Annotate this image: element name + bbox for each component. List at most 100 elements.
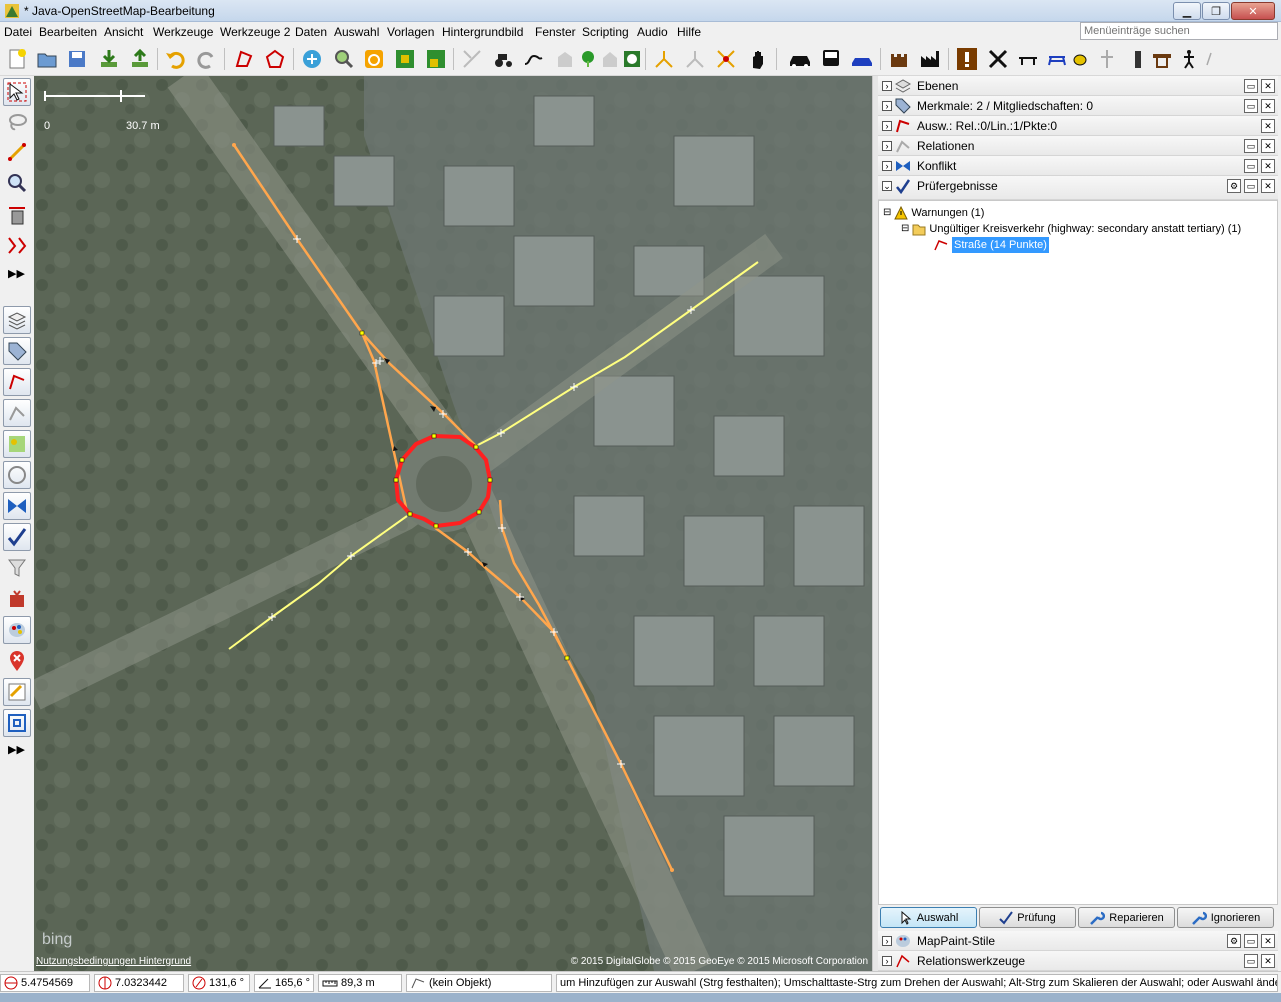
- minimap-toggle-icon[interactable]: [3, 709, 31, 737]
- zoom-tool-icon[interactable]: [3, 169, 31, 197]
- menu-daten[interactable]: Daten: [295, 25, 327, 39]
- menu-datei[interactable]: Datei: [4, 25, 32, 39]
- redo-icon[interactable]: [195, 47, 219, 71]
- validation-tree[interactable]: ⊟ Warnungen (1) ⊟ Ungültiger Kreisverkeh…: [878, 200, 1278, 905]
- menu-hintergrundbild[interactable]: Hintergrundbild: [442, 25, 523, 39]
- tree-expander-icon[interactable]: ⊟: [901, 221, 909, 237]
- validator-toggle-icon[interactable]: [3, 523, 31, 551]
- football-icon[interactable]: [620, 47, 644, 71]
- download-icon[interactable]: [97, 47, 121, 71]
- history-toggle-icon[interactable]: [3, 461, 31, 489]
- tags-toggle-icon[interactable]: [3, 337, 31, 365]
- more-tools-icon[interactable]: [1197, 47, 1221, 71]
- minimize-button[interactable]: ▁: [1173, 2, 1201, 20]
- mappaint-toggle-icon[interactable]: [3, 616, 31, 644]
- lasso-tool-icon[interactable]: [3, 108, 31, 136]
- package-toggle-icon[interactable]: [3, 585, 31, 613]
- relations-toggle-icon[interactable]: [3, 399, 31, 427]
- expand-icon[interactable]: ›: [882, 81, 892, 91]
- more-dialogs-arrow-icon[interactable]: ▶▶: [8, 743, 25, 756]
- fix-button[interactable]: Reparieren: [1078, 907, 1175, 928]
- conflict-toggle-icon[interactable]: [3, 492, 31, 520]
- menu-audio[interactable]: Audio: [637, 25, 668, 39]
- preferences-icon[interactable]: [300, 47, 324, 71]
- tree-node-warnungen[interactable]: ⊟ Warnungen (1): [883, 205, 984, 221]
- restore-button[interactable]: ❐: [1202, 2, 1230, 20]
- draw-tool-icon[interactable]: [3, 138, 31, 166]
- menu-auswahl[interactable]: Auswahl: [334, 25, 379, 39]
- bollard-icon[interactable]: [1126, 47, 1150, 71]
- panel-header-relationswerkzeuge[interactable]: › Relationswerkzeuge ▭ ✕: [878, 951, 1278, 971]
- open-file-icon[interactable]: [35, 47, 59, 71]
- expand-icon[interactable]: ›: [882, 956, 892, 966]
- well-icon[interactable]: [1150, 47, 1174, 71]
- panel-header-merkmale[interactable]: › Merkmale: 2 / Mitgliedschaften: 0 ▭ ✕: [878, 96, 1278, 116]
- panel-header-konflikt[interactable]: › Konflikt ▭ ✕: [878, 156, 1278, 176]
- imagery-layer2-icon[interactable]: [424, 47, 448, 71]
- tractor-icon[interactable]: [491, 47, 515, 71]
- selection-list-icon[interactable]: [3, 368, 31, 396]
- split-way-icon[interactable]: [460, 47, 484, 71]
- validate-button[interactable]: Prüfung: [979, 907, 1076, 928]
- detach-icon[interactable]: ▭: [1244, 139, 1258, 153]
- menu-bearbeiten[interactable]: Bearbeiten: [39, 25, 97, 39]
- ignore-button[interactable]: Ignorieren: [1177, 907, 1274, 928]
- unglue-icon[interactable]: [714, 47, 738, 71]
- collapse-icon[interactable]: ⌄: [882, 181, 892, 191]
- panel-header-ebenen[interactable]: › Ebenen ▭ ✕: [878, 76, 1278, 96]
- delete-tool-icon[interactable]: [3, 201, 31, 229]
- close-panel-icon[interactable]: ✕: [1261, 79, 1275, 93]
- expand-icon[interactable]: ›: [882, 936, 892, 946]
- detach-icon[interactable]: ▭: [1244, 934, 1258, 948]
- close-panel-icon[interactable]: ✕: [1261, 119, 1275, 133]
- menu-werkzeuge[interactable]: Werkzeuge: [153, 25, 213, 39]
- polygon-icon[interactable]: [263, 47, 287, 71]
- bus-icon[interactable]: [819, 47, 843, 71]
- restaurant-icon[interactable]: [986, 47, 1010, 71]
- panel-header-auswahl[interactable]: › Ausw.: Rel.:0/Lin.:1/Pkte:0 ✕: [878, 116, 1278, 136]
- menu-fenster[interactable]: Fenster: [535, 25, 576, 39]
- merge-nodes-icon[interactable]: [652, 47, 676, 71]
- close-panel-icon[interactable]: ✕: [1261, 179, 1275, 193]
- expand-icon[interactable]: ›: [882, 161, 892, 171]
- undo-icon[interactable]: [163, 47, 187, 71]
- path-icon[interactable]: [521, 47, 545, 71]
- bench-icon[interactable]: [1016, 47, 1040, 71]
- disconnect-icon[interactable]: [683, 47, 707, 71]
- close-panel-icon[interactable]: ✕: [1261, 139, 1275, 153]
- grave-icon[interactable]: [1095, 47, 1119, 71]
- new-layer-icon[interactable]: [5, 47, 29, 71]
- tree-expander-icon[interactable]: ⊟: [883, 205, 891, 221]
- select-button[interactable]: Auswahl: [880, 907, 977, 928]
- expand-icon[interactable]: ›: [882, 101, 892, 111]
- menu-search-input[interactable]: [1080, 22, 1278, 40]
- factory-icon[interactable]: [918, 47, 942, 71]
- tree-icon[interactable]: [576, 47, 600, 71]
- close-panel-icon[interactable]: ✕: [1261, 99, 1275, 113]
- menu-werkzeuge2[interactable]: Werkzeuge 2: [220, 25, 290, 39]
- menu-ansicht[interactable]: Ansicht: [104, 25, 143, 39]
- close-panel-icon[interactable]: ✕: [1261, 954, 1275, 968]
- menu-vorlagen[interactable]: Vorlagen: [387, 25, 434, 39]
- warning-icon[interactable]: [955, 47, 979, 71]
- house-icon[interactable]: [598, 47, 622, 71]
- changeset-toggle-icon[interactable]: [3, 678, 31, 706]
- bing-imagery-icon[interactable]: [362, 47, 386, 71]
- align-circle-icon[interactable]: [232, 47, 256, 71]
- settings-icon[interactable]: ⚙: [1227, 179, 1241, 193]
- upload-icon[interactable]: [128, 47, 152, 71]
- tree-node-issue[interactable]: ⊟ Ungültiger Kreisverkehr (highway: seco…: [901, 221, 1241, 237]
- save-icon[interactable]: [65, 47, 89, 71]
- detach-icon[interactable]: ▭: [1244, 99, 1258, 113]
- menu-hilfe[interactable]: Hilfe: [677, 25, 701, 39]
- panel-header-pruefergebnisse[interactable]: ⌄ Prüfergebnisse ⚙ ▭ ✕: [878, 176, 1278, 200]
- improve-way-icon[interactable]: [3, 231, 31, 259]
- detach-icon[interactable]: ▭: [1244, 79, 1258, 93]
- more-tools-arrow-icon[interactable]: ▶▶: [8, 267, 25, 280]
- layers-toggle-icon[interactable]: [3, 306, 31, 334]
- blue-car-icon[interactable]: [850, 47, 874, 71]
- expand-icon[interactable]: ›: [882, 141, 892, 151]
- close-button[interactable]: ✕: [1231, 2, 1275, 20]
- settings-icon[interactable]: ⚙: [1227, 934, 1241, 948]
- filter-toggle-icon[interactable]: [3, 554, 31, 582]
